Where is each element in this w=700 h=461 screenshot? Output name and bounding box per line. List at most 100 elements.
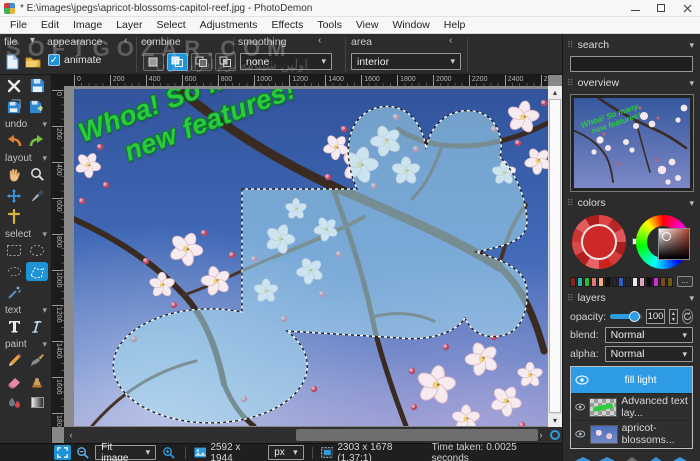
color-swatch[interactable] [570,277,576,287]
color-swatch[interactable] [639,277,645,287]
minimize-button[interactable] [622,0,648,16]
color-swatch[interactable] [660,277,666,287]
advanced-text-button[interactable] [26,317,48,336]
combine-replace-button[interactable] [143,53,164,71]
merge-layers-button[interactable] [668,455,692,461]
undo-section-header[interactable]: undo▾ [0,117,51,130]
clone-stamp-button[interactable] [26,372,48,391]
opacity-value[interactable]: 100 [646,309,665,324]
layer-row-background[interactable]: apricot-blossoms... [571,421,692,448]
text-section-header[interactable]: text▾ [0,303,51,316]
vertical-scroll-thumb[interactable] [549,99,561,413]
color-swatch[interactable] [598,277,604,287]
move-layer-down-button[interactable] [644,455,668,461]
select-section-header[interactable]: select▾ [0,227,51,240]
layer-visibility-icon[interactable] [575,402,585,412]
color-swatch[interactable] [612,277,618,287]
smoothing-dropdown[interactable]: none ▾ [240,53,332,70]
rectangle-select-button[interactable] [3,241,25,260]
overview-thumbnail[interactable]: Whoa! So many new features! [570,94,694,192]
area-dropdown[interactable]: interior ▾ [351,53,461,70]
zoom-in-button[interactable] [160,445,177,460]
fit-canvas-button[interactable] [54,445,71,460]
add-layer-button[interactable] [571,455,595,461]
combine-intersect-button[interactable] [215,53,236,71]
appearance-collapse-icon[interactable]: ‹ [124,35,127,46]
opacity-slider-knob[interactable] [629,311,640,322]
pencil-tool-button[interactable] [3,351,25,370]
menu-view[interactable]: View [349,17,386,34]
layers-panel-header[interactable]: ⠿ layers ▾ [563,290,700,306]
menu-adjustments[interactable]: Adjustments [193,17,265,34]
menu-help[interactable]: Help [437,17,473,34]
search-panel-header[interactable]: ⠿ search ▾ [563,37,700,53]
area-collapse-icon[interactable]: ‹ [449,35,452,46]
menu-effects[interactable]: Effects [264,17,310,34]
color-swatch[interactable] [591,277,597,287]
color-swatch[interactable] [632,277,638,287]
combine-subtract-button[interactable] [191,53,212,71]
color-picker-button[interactable] [26,186,48,205]
move-tool-button[interactable] [3,186,25,205]
menu-layer[interactable]: Layer [109,17,149,34]
zoom-out-button[interactable] [75,445,92,460]
scroll-down-icon[interactable]: ▾ [548,414,562,427]
search-input[interactable] [570,56,693,72]
menu-image[interactable]: Image [66,17,109,34]
file-collapse-icon[interactable]: ▾ [30,35,35,46]
redo-button[interactable] [26,131,48,150]
canvas-image[interactable]: Whoa! So many new features! [74,89,548,426]
menu-window[interactable]: Window [385,17,436,34]
color-swatch[interactable] [618,277,624,287]
zoom-tool-button[interactable] [26,165,48,184]
lasso-select-button[interactable] [3,262,25,281]
opacity-slider[interactable] [610,314,642,319]
opacity-reset-button[interactable] [682,309,693,324]
menu-tools[interactable]: Tools [310,17,349,34]
saturation-handle[interactable] [662,232,671,241]
paintbrush-tool-button[interactable] [26,351,48,370]
smoothing-collapse-icon[interactable]: ‹ [318,35,321,46]
opacity-stepper[interactable]: ▴▾ [669,309,677,324]
layer-row-fill-light[interactable]: fill light [571,367,692,394]
color-swatch[interactable] [577,277,583,287]
paint-section-header[interactable]: paint▾ [0,337,51,350]
close-button[interactable] [674,0,700,16]
color-replace-button[interactable] [3,393,25,412]
hand-tool-button[interactable] [3,165,25,184]
maximize-button[interactable] [648,0,674,16]
color-swatch[interactable] [605,277,611,287]
color-swatch[interactable] [625,277,631,287]
alpha-mode-dropdown[interactable]: Normal▾ [605,346,693,362]
ellipse-select-button[interactable] [26,241,48,260]
export-button[interactable] [26,97,48,116]
more-swatches-button[interactable]: ... [677,276,693,287]
animate-checkbox[interactable]: ✓ [48,54,60,66]
new-image-button[interactable] [2,52,22,72]
save-button[interactable] [26,76,48,95]
current-color-swatch[interactable] [581,224,617,260]
delete-layer-button[interactable] [595,455,619,461]
eraser-tool-button[interactable] [3,372,25,391]
close-image-button[interactable] [3,76,25,95]
overview-panel-header[interactable]: ⠿ overview ▾ [563,75,700,91]
gradient-tool-button[interactable] [26,393,48,412]
scroll-up-icon[interactable]: ▴ [548,86,562,99]
horizontal-scroll-thumb[interactable] [296,429,538,441]
layer-visibility-icon[interactable] [575,429,586,439]
scroll-left-icon[interactable]: ‹ [64,427,78,443]
color-swatch[interactable] [584,277,590,287]
menu-file[interactable]: File [3,17,34,34]
vertical-scrollbar[interactable]: ▴ ▾ [548,86,562,427]
menu-edit[interactable]: Edit [34,17,66,34]
layer-visibility-icon[interactable] [575,375,589,385]
color-swatch[interactable] [667,277,673,287]
blend-mode-dropdown[interactable]: Normal▾ [605,327,693,343]
menu-select[interactable]: Select [149,17,192,34]
undo-button[interactable] [3,131,25,150]
stepper-down-icon[interactable]: ▾ [672,317,675,323]
combine-add-button[interactable] [167,53,188,71]
unit-dropdown[interactable]: px▾ [268,445,303,460]
layout-section-header[interactable]: layout▾ [0,151,51,164]
magic-wand-button[interactable] [3,283,25,302]
